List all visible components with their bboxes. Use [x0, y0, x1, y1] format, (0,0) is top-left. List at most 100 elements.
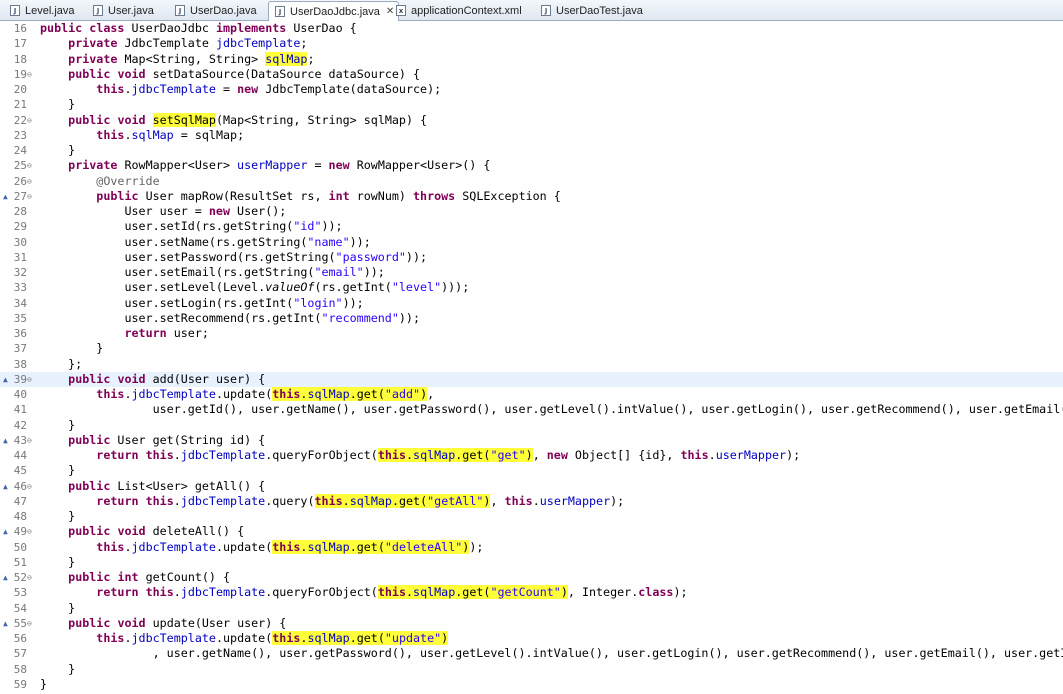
code-line[interactable]: 28 User user = new User();: [0, 204, 1063, 219]
fold-toggle-icon[interactable]: ⊖: [27, 159, 32, 172]
line-gutter: 30: [0, 235, 40, 250]
line-number: 56: [13, 632, 27, 645]
fold-toggle-icon[interactable]: ⊖: [27, 525, 32, 538]
line-gutter: 46 ⊖ ▲: [0, 479, 40, 494]
code-line[interactable]: 52 ⊖ ▲ public int getCount() {: [0, 570, 1063, 585]
line-gutter: 59: [0, 677, 40, 692]
code-line[interactable]: 34 user.setLogin(rs.getInt("login"));: [0, 296, 1063, 311]
code-line[interactable]: 16 public class UserDaoJdbc implements Us…: [0, 21, 1063, 36]
code-line[interactable]: 54 }: [0, 601, 1063, 616]
line-number: 28: [13, 205, 27, 218]
fold-toggle-icon[interactable]: ⊖: [27, 617, 32, 630]
code-line[interactable]: 36 return user;: [0, 326, 1063, 341]
line-gutter: 23: [0, 128, 40, 143]
code-line[interactable]: 46 ⊖ ▲ public List<User> getAll() {: [0, 479, 1063, 494]
tab-label: Level.java: [25, 4, 75, 17]
override-marker-icon: ▲: [3, 573, 8, 582]
tab-userdao-java[interactable]: J UserDao.java: [169, 1, 261, 20]
code-line[interactable]: 30 user.setName(rs.getString("name"));: [0, 235, 1063, 250]
code-line[interactable]: 26 ⊖ @Override: [0, 174, 1063, 189]
java-file-icon: J: [93, 5, 103, 16]
code-text: public User get(String id) {: [68, 432, 266, 447]
line-number: 31: [13, 250, 27, 264]
code-line[interactable]: 45 }: [0, 463, 1063, 478]
tab-userdaojdbc-java[interactable]: J UserDaoJdbc.java ✕: [268, 1, 400, 21]
fold-toggle-icon[interactable]: ⊖: [27, 114, 32, 127]
code-line[interactable]: 23 this.sqlMap = sqlMap;: [0, 128, 1063, 143]
line-number: 52: [13, 571, 27, 584]
code-line[interactable]: 42 }: [0, 418, 1063, 433]
line-gutter: 40: [0, 387, 40, 402]
line-number: 30: [13, 235, 27, 249]
code-line[interactable]: 20 this.jdbcTemplate = new JdbcTemplate(…: [0, 82, 1063, 97]
code-editor[interactable]: 16 public class UserDaoJdbc implements Us…: [0, 21, 1063, 694]
code-line[interactable]: 35 user.setRecommend(rs.getInt("recommen…: [0, 311, 1063, 326]
line-gutter: 16: [0, 21, 40, 36]
code-line[interactable]: 48 }: [0, 509, 1063, 524]
code-line[interactable]: 29 user.setId(rs.getString("id"));: [0, 219, 1063, 234]
code-text: User user = new User();: [40, 204, 287, 218]
code-line[interactable]: 59}: [0, 677, 1063, 692]
code-line[interactable]: 32 user.setEmail(rs.getString("email"));: [0, 265, 1063, 280]
code-line[interactable]: 43 ⊖ ▲ public User get(String id) {: [0, 433, 1063, 448]
line-gutter: 33: [0, 280, 40, 295]
code-line[interactable]: 17 private JdbcTemplate jdbcTemplate;: [0, 36, 1063, 51]
line-gutter: 56: [0, 631, 40, 646]
code-line[interactable]: 57 , user.getName(), user.getPassword(),…: [0, 646, 1063, 661]
line-number: 20: [13, 83, 27, 96]
line-number: 58: [13, 662, 27, 676]
code-line[interactable]: 25 ⊖ private RowMapper<User> userMapper =…: [0, 158, 1063, 173]
line-number: 53: [13, 586, 27, 600]
line-number: 22: [13, 113, 27, 127]
line-gutter: 34: [0, 296, 40, 311]
code-line[interactable]: 41 user.getId(), user.getName(), user.ge…: [0, 402, 1063, 417]
code-line[interactable]: 38 };: [0, 357, 1063, 372]
code-line[interactable]: 58 }: [0, 662, 1063, 677]
code-text: private Map<String, String> sqlMap;: [68, 51, 315, 66]
code-line[interactable]: 50 this.jdbcTemplate.update(this.sqlMap.…: [0, 539, 1063, 555]
code-line[interactable]: 37 }: [0, 341, 1063, 356]
fold-toggle-icon[interactable]: ⊖: [27, 373, 32, 386]
code-line[interactable]: 49 ⊖ ▲ public void deleteAll() {: [0, 524, 1063, 539]
tab-level-java[interactable]: J Level.java: [4, 1, 79, 20]
code-text: }: [40, 97, 76, 112]
code-line[interactable]: 39 ⊖ ▲ public void add(User user) {: [0, 371, 1063, 387]
code-line[interactable]: 19 ⊖ public void setDataSource(DataSource…: [0, 67, 1063, 82]
code-line[interactable]: 56 this.jdbcTemplate.update(this.sqlMap.…: [0, 631, 1063, 646]
tab-userdaotest-java[interactable]: J UserDaoTest.java: [535, 1, 647, 20]
line-gutter: 29: [0, 219, 40, 234]
fold-toggle-icon[interactable]: ⊖: [27, 434, 32, 447]
java-file-icon: J: [10, 5, 20, 16]
code-line[interactable]: 44 return this.jdbcTemplate.queryForObje…: [0, 448, 1063, 463]
code-text: private RowMapper<User> userMapper = new…: [68, 158, 491, 173]
tab-user-java[interactable]: J User.java: [87, 1, 158, 20]
fold-toggle-icon[interactable]: ⊖: [27, 571, 32, 584]
code-line[interactable]: 53 return this.jdbcTemplate.queryForObje…: [0, 585, 1063, 600]
code-line[interactable]: 40 this.jdbcTemplate.update(this.sqlMap.…: [0, 387, 1063, 402]
fold-toggle-icon[interactable]: ⊖: [27, 68, 32, 81]
code-line[interactable]: 27 ⊖ ▲ public User mapRow(ResultSet rs, in…: [0, 189, 1063, 204]
code-text: @Override: [96, 173, 160, 188]
line-gutter: 31: [0, 250, 40, 265]
tab-label: UserDaoJdbc.java: [290, 5, 380, 18]
code-line[interactable]: 18 private Map<String, String> sqlMap;: [0, 51, 1063, 67]
tab-applicationcontext-xml[interactable]: x applicationContext.xml: [390, 1, 526, 20]
line-number: 46: [13, 479, 27, 493]
code-line[interactable]: 33 user.setLevel(Level.valueOf(rs.getInt…: [0, 280, 1063, 295]
line-gutter: 39 ⊖ ▲: [0, 372, 40, 387]
code-line[interactable]: 47 return this.jdbcTemplate.query(this.s…: [0, 493, 1063, 509]
code-line[interactable]: 31 user.setPassword(rs.getString("passwo…: [0, 250, 1063, 265]
fold-toggle-icon[interactable]: ⊖: [27, 480, 32, 493]
fold-toggle-icon[interactable]: ⊖: [27, 190, 32, 203]
code-line[interactable]: 55 ⊖ ▲ public void update(User user) {: [0, 616, 1063, 631]
code-text: return this.jdbcTemplate.queryForObject(…: [96, 448, 801, 462]
code-line[interactable]: 24 }: [0, 143, 1063, 158]
line-number: 26: [13, 174, 27, 188]
line-number: 49: [13, 525, 27, 539]
code-text: public List<User> getAll() {: [68, 478, 266, 493]
code-line[interactable]: 21 }: [0, 97, 1063, 112]
code-line[interactable]: 22 ⊖ public void setSqlMap(Map<String, St…: [0, 112, 1063, 128]
code-line[interactable]: 51 }: [0, 555, 1063, 570]
code-text: public void setSqlMap(Map<String, String…: [68, 112, 428, 127]
fold-toggle-icon[interactable]: ⊖: [27, 175, 32, 188]
